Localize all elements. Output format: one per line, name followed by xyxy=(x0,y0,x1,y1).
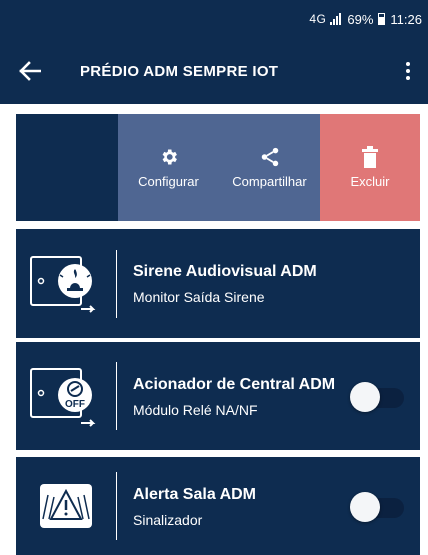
device-subtitle: Monitor Saída Sirene xyxy=(133,289,265,305)
signal-icon xyxy=(330,13,342,25)
card-divider xyxy=(116,472,117,540)
device-name: Sirene Audiovisual ADM xyxy=(133,263,317,280)
warning-signal-icon xyxy=(16,465,116,547)
trash-icon xyxy=(361,146,379,168)
device-card-alert[interactable]: Alerta Sala ADM Sinalizador xyxy=(16,457,420,555)
svg-text:OFF: OFF xyxy=(65,399,85,410)
share-icon xyxy=(259,146,281,168)
battery-icon xyxy=(378,13,386,25)
page-title: PRÉDIO ADM SEMPRE IOT xyxy=(80,62,279,80)
swiped-device-card[interactable]: Configurar Compartilhar Excluir xyxy=(16,114,420,221)
share-label: Compartilhar xyxy=(232,174,307,189)
device-card-relay[interactable]: OFF Acionador de Central ADM Módulo Relé… xyxy=(16,342,420,450)
configure-button[interactable]: Configurar xyxy=(118,114,219,221)
app-bar: PRÉDIO ADM SEMPRE IOT xyxy=(0,38,428,104)
battery-percent: 69% xyxy=(347,11,374,27)
more-vert-icon[interactable] xyxy=(388,38,428,104)
device-toggle[interactable] xyxy=(350,378,408,414)
arrow-left-icon[interactable] xyxy=(0,38,60,104)
clock: 11:26 xyxy=(390,11,422,27)
share-button[interactable]: Compartilhar xyxy=(219,114,320,221)
configure-label: Configurar xyxy=(138,174,199,189)
gear-icon xyxy=(159,146,179,168)
device-card-siren[interactable]: Sirene Audiovisual ADM Monitor Saída Sir… xyxy=(16,229,420,338)
network-indicator: 4G xyxy=(309,12,327,26)
card-hidden-area xyxy=(16,114,118,221)
delete-button[interactable]: Excluir xyxy=(320,114,420,221)
card-divider xyxy=(116,362,117,430)
card-divider xyxy=(116,249,117,318)
delete-label: Excluir xyxy=(350,174,390,189)
relay-off-device-icon: OFF xyxy=(16,355,116,437)
status-bar: 4G 69% 11:26 xyxy=(0,0,428,38)
device-toggle[interactable] xyxy=(350,488,408,524)
siren-device-icon xyxy=(16,243,116,325)
